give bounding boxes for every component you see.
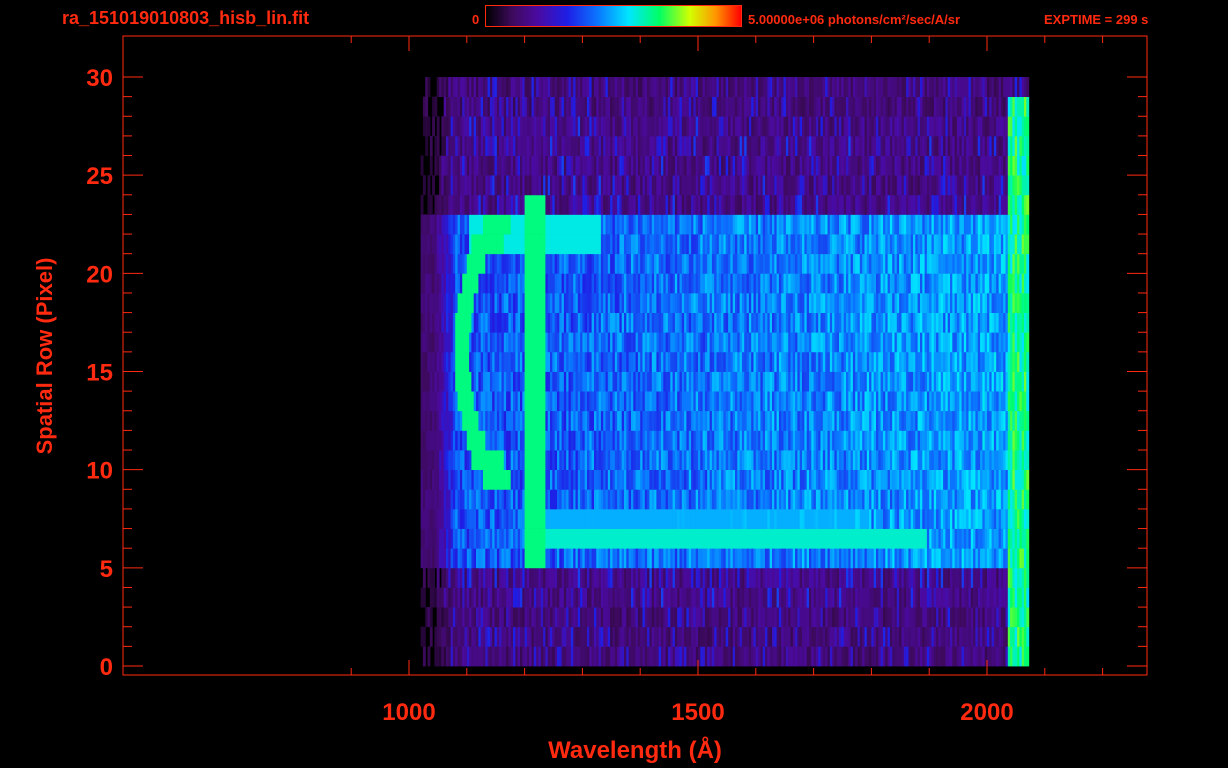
heatmap-cell <box>1026 607 1030 628</box>
heatmap-cell <box>1026 293 1030 313</box>
heatmap-cell <box>1026 430 1030 451</box>
spectrum-plot: 1000 1500 2000051015202530 Wavelength (Å) … <box>32 35 1148 764</box>
heatmap-cell <box>422 646 426 667</box>
heatmap-cell <box>1026 508 1030 529</box>
heatmap-cell <box>1026 371 1030 392</box>
heatmap-cell <box>1026 410 1030 431</box>
heatmap-cell <box>1026 332 1030 353</box>
heatmap-cell <box>1026 646 1030 667</box>
heatmap-cell <box>1026 312 1030 333</box>
heatmap-cell <box>1026 626 1030 647</box>
heatmap-cell <box>1026 548 1030 569</box>
heatmap-cell <box>1026 469 1030 490</box>
heatmap-cell <box>1026 528 1030 549</box>
heatmap-cell <box>429 607 433 628</box>
heatmap-cell <box>1026 489 1030 510</box>
heatmap-cell <box>422 587 426 608</box>
heatmap-cell <box>432 567 435 588</box>
heatmap-cell <box>422 626 426 647</box>
heatmap-cell <box>1026 567 1030 588</box>
heatmap-cell <box>427 646 431 667</box>
heatmap-cell <box>436 567 440 588</box>
heatmap-cell <box>429 626 433 647</box>
heatmap-cell <box>1026 587 1030 608</box>
heatmap-cell <box>1026 351 1030 372</box>
heatmap-cell <box>422 567 426 588</box>
heatmap-image <box>420 77 1030 667</box>
heatmap-cell <box>1026 391 1030 412</box>
heatmap-cell <box>1026 450 1030 470</box>
